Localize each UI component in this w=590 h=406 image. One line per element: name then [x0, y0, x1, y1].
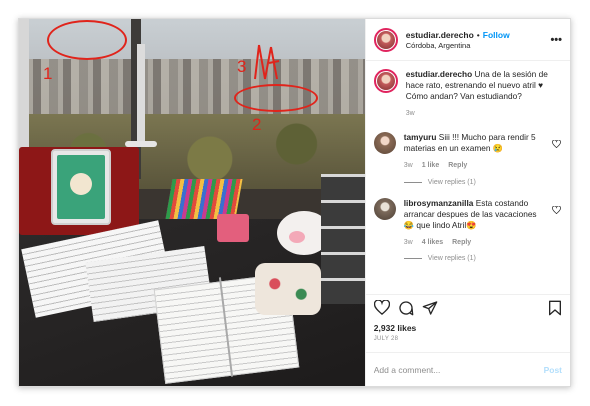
post-comment-button[interactable]: Post	[544, 365, 562, 375]
comment-likes[interactable]: 1 like	[422, 161, 440, 170]
comment-body: tamyuru Siii !!! Mucho para rendir 5 mat…	[404, 132, 544, 170]
photo-shelf	[321, 174, 365, 304]
avatar[interactable]	[373, 197, 396, 220]
bookmark-icon[interactable]	[548, 300, 562, 321]
view-replies-button[interactable]: View replies (1)	[403, 178, 562, 186]
location-link[interactable]: Córdoba, Argentina	[406, 41, 547, 50]
annotation-arrows-3	[254, 44, 280, 80]
share-icon[interactable]	[422, 300, 438, 321]
view-replies-button[interactable]: View replies (1)	[403, 255, 562, 263]
avatar[interactable]	[373, 27, 398, 52]
likes-count[interactable]: 2,932 likes	[374, 323, 562, 333]
more-options-icon[interactable]: •••	[546, 34, 562, 46]
reply-button[interactable]: Reply	[452, 238, 471, 247]
photo-tablet	[51, 149, 111, 225]
post-date[interactable]: JULY 28	[374, 336, 562, 342]
replies-line	[403, 258, 422, 260]
photo-tablet-screen	[57, 155, 105, 219]
heart-icon[interactable]	[552, 140, 562, 150]
photo-pen-holder	[217, 214, 249, 242]
comment-meta: 3w 4 likes Reply	[404, 238, 544, 247]
photo-markers	[165, 179, 243, 219]
avatar-image	[373, 197, 396, 220]
annotation-number-2: 2	[252, 115, 262, 134]
photo-piggy-nose	[289, 231, 305, 243]
comment-body: librosymanzanilla Esta costando arrancar…	[404, 198, 544, 247]
post-header: estudiar.derecho • Follow Córdoba, Argen…	[365, 19, 570, 61]
header-text: estudiar.derecho • Follow Córdoba, Argen…	[406, 30, 547, 50]
heart-icon[interactable]	[373, 299, 390, 320]
annotation-number-1: 1	[43, 64, 53, 83]
view-replies-label: View replies (1)	[427, 178, 476, 186]
comment-icon[interactable]	[398, 300, 414, 321]
photo-lamp	[137, 44, 145, 144]
follow-button[interactable]: Follow	[483, 30, 510, 40]
action-icons	[373, 299, 562, 321]
post-side-panel: estudiar.derecho • Follow Córdoba, Argen…	[364, 19, 570, 386]
reply-button[interactable]: Reply	[448, 161, 467, 170]
comment-likes[interactable]: 4 likes	[422, 238, 443, 247]
comment-item: tamyuru Siii !!! Mucho para rendir 5 mat…	[373, 132, 562, 170]
header-row: estudiar.derecho • Follow	[406, 30, 547, 40]
username-link[interactable]: estudiar.derecho	[406, 30, 474, 40]
separator-dot: •	[476, 29, 480, 40]
avatar[interactable]	[373, 69, 398, 93]
comment-username[interactable]: tamyuru	[404, 132, 437, 142]
comment-input[interactable]	[373, 364, 544, 375]
avatar[interactable]	[373, 132, 396, 155]
avatar-image	[376, 72, 395, 90]
annotation-number-3: 3	[237, 57, 247, 76]
add-comment-bar: Post	[365, 352, 570, 386]
comment-username[interactable]: librosymanzanilla	[404, 198, 474, 208]
annotation-ellipse-2	[234, 84, 318, 112]
comment-meta: 3w 1 like Reply	[404, 161, 544, 170]
avatar-image	[373, 132, 396, 155]
comments-section: estudiar.derecho Una de la sesión de hac…	[366, 61, 570, 294]
photo-pencil-case	[255, 263, 321, 315]
replies-line	[403, 181, 422, 183]
heart-icon[interactable]	[552, 205, 562, 216]
caption: estudiar.derecho Una de la sesión de hac…	[373, 69, 562, 118]
caption-meta: 3w	[406, 109, 562, 118]
view-replies-label: View replies (1)	[427, 255, 476, 263]
annotation-ellipse-1	[47, 20, 127, 60]
caption-body: estudiar.derecho Una de la sesión de hac…	[406, 69, 562, 118]
comment-item: librosymanzanilla Esta costando arrancar…	[373, 197, 562, 247]
comment-age[interactable]: 3w	[404, 238, 413, 247]
post-card: 1 2 3 estudiar.derecho • Follow Córdoba,…	[18, 18, 571, 387]
post-photo[interactable]: 1 2 3	[19, 19, 365, 386]
avatar-image	[376, 30, 395, 49]
photo-tablet-timer	[70, 173, 92, 195]
comment-age[interactable]: 3w	[404, 161, 413, 170]
caption-username[interactable]: estudiar.derecho	[406, 69, 472, 79]
post-actions: 2,932 likes JULY 28	[365, 294, 570, 352]
caption-age[interactable]: 3w	[406, 109, 415, 118]
